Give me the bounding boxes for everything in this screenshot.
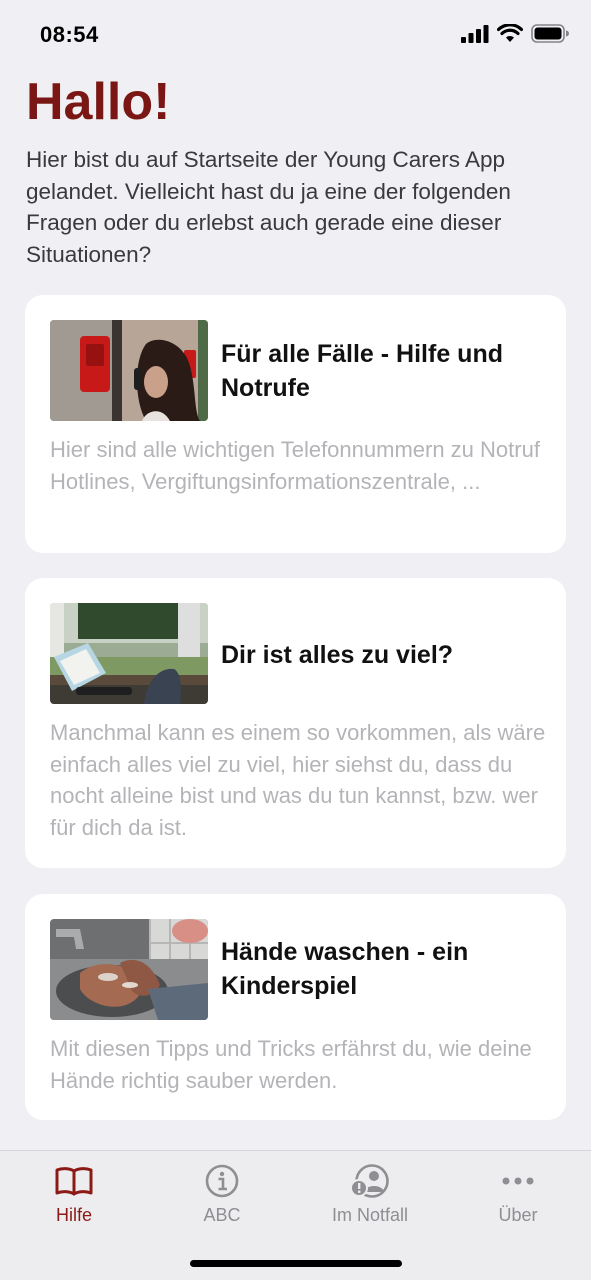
- more-icon: [501, 1163, 535, 1199]
- cellular-signal-icon: [461, 24, 489, 43]
- wifi-icon: [497, 24, 523, 42]
- battery-icon: [531, 24, 569, 43]
- tab-label: ABC: [203, 1205, 241, 1225]
- status-icons: [461, 24, 569, 43]
- status-time: 08:54: [40, 22, 99, 47]
- card-title: Dir ist alles zu viel?: [221, 641, 454, 669]
- status-bar: 08:54: [0, 0, 591, 72]
- tab-hilfe[interactable]: Hilfe: [0, 1151, 148, 1241]
- info-icon: [205, 1163, 239, 1199]
- card-title: Für alle Fälle - Hilfe und Notrufe: [221, 340, 503, 402]
- card-description: Mit diesen Tipps und Tricks erfährst du,…: [50, 1036, 532, 1093]
- card-description: Manchmal kann es einem so vorkommen, als…: [50, 720, 546, 840]
- home-indicator[interactable]: [190, 1260, 402, 1267]
- card-emergency-help[interactable]: Für alle Fälle - Hilfe und Notrufe Hier …: [25, 295, 566, 553]
- tab-label: Über: [498, 1205, 538, 1225]
- card-overwhelmed[interactable]: Dir ist alles zu viel? Manchmal kann es …: [25, 578, 566, 868]
- tab-label: Im Notfall: [331, 1205, 409, 1225]
- intro-text: Hier bist du auf Startseite der Young Ca…: [26, 147, 511, 267]
- tab-abc[interactable]: ABC: [148, 1151, 296, 1241]
- card-image-phone: [50, 320, 208, 421]
- tab-ueber[interactable]: Über: [444, 1151, 591, 1241]
- card-hand-washing[interactable]: Hände waschen - ein Kinderspiel Mit dies…: [25, 894, 566, 1120]
- book-icon: [55, 1163, 93, 1199]
- page-title: Hallo!: [26, 73, 171, 131]
- card-image-hands: [50, 919, 208, 1020]
- card-title: Hände waschen - ein Kinderspiel: [221, 938, 469, 1000]
- card-description: Hier sind alle wichtigen Telefonnummern …: [50, 437, 540, 494]
- person-alert-icon: [350, 1163, 390, 1199]
- card-image-park: [50, 603, 208, 704]
- tab-label: Hilfe: [55, 1205, 92, 1225]
- tab-im-notfall[interactable]: Im Notfall: [296, 1151, 444, 1241]
